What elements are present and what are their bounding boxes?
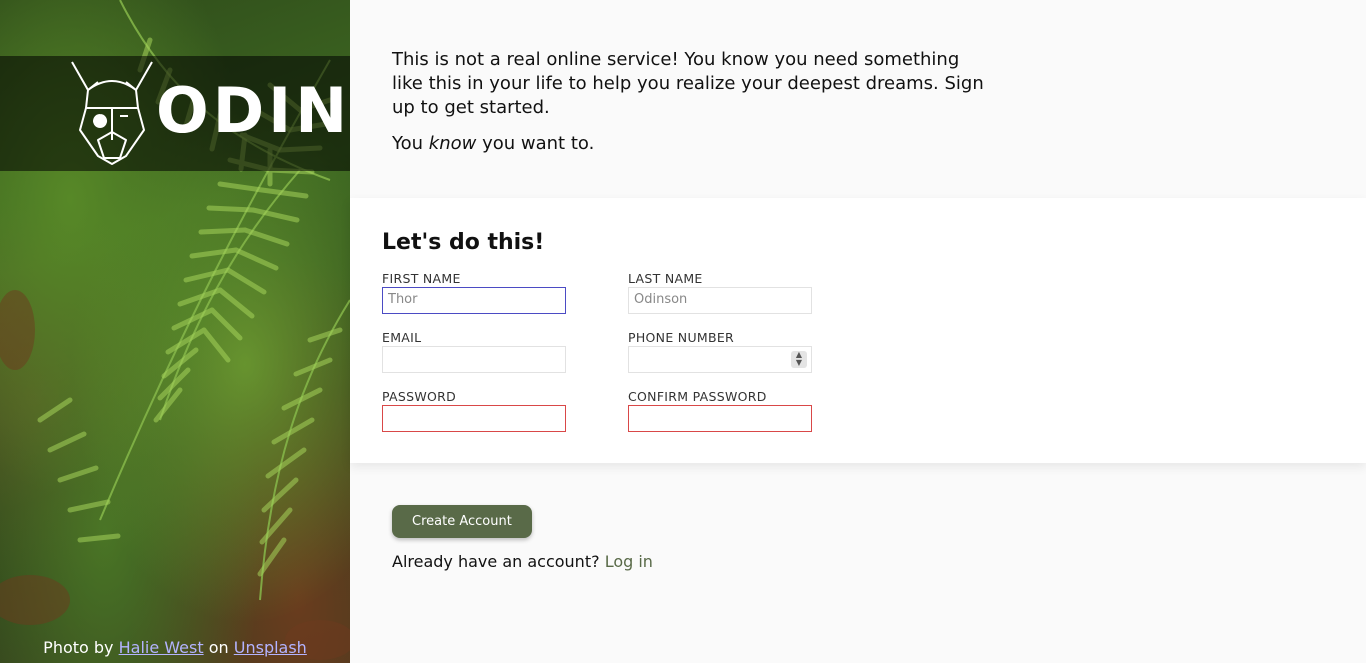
password-input[interactable] <box>382 405 566 432</box>
intro-text: This is not a real online service! You k… <box>392 48 992 168</box>
viking-helmet-icon <box>71 61 153 165</box>
first-name-label: FIRST NAME <box>382 271 461 286</box>
logo-wordmark: ODIN <box>156 74 350 147</box>
last-name-input[interactable]: Odinson <box>628 287 812 314</box>
phone-group: PHONE NUMBER ▲ ▼ <box>628 330 812 373</box>
form-title: Let's do this! <box>382 230 545 255</box>
first-name-group: FIRST NAME Thor <box>382 271 566 314</box>
login-prompt-text: Already have an account? <box>392 552 600 571</box>
tagline-emphasis: know <box>428 133 477 154</box>
confirm-password-input[interactable] <box>628 405 812 432</box>
phone-label: PHONE NUMBER <box>628 330 735 345</box>
email-group: EMAIL <box>382 330 566 373</box>
signup-page: ODIN Photo by Halie West on Unsplash Thi… <box>0 0 1366 663</box>
credit-middle: on <box>208 638 229 657</box>
last-name-group: LAST NAME Odinson <box>628 271 812 314</box>
email-input[interactable] <box>382 346 566 373</box>
last-name-label: LAST NAME <box>628 271 703 286</box>
credit-author-link[interactable]: Halie West <box>119 638 204 657</box>
confirm-password-group: CONFIRM PASSWORD <box>628 389 812 432</box>
number-spinner-icon[interactable]: ▲ ▼ <box>791 351 807 368</box>
intro-paragraph: This is not a real online service! You k… <box>392 49 984 118</box>
tagline-before: You <box>392 133 424 154</box>
password-label: PASSWORD <box>382 389 457 404</box>
form-actions: Create Account Already have an account? … <box>392 505 653 571</box>
password-group: PASSWORD <box>382 389 566 432</box>
tagline-after: you want to. <box>482 133 595 154</box>
main-content: This is not a real online service! You k… <box>350 0 1366 663</box>
phone-input[interactable]: ▲ ▼ <box>628 346 812 373</box>
intro-tagline: You know you want to. <box>392 132 992 156</box>
signup-form: Let's do this! FIRST NAME Thor LAST NAME… <box>350 198 1366 463</box>
email-label: EMAIL <box>382 330 422 345</box>
photo-credit: Photo by Halie West on Unsplash <box>0 638 350 657</box>
create-account-button[interactable]: Create Account <box>392 505 532 538</box>
credit-prefix: Photo by <box>43 638 114 657</box>
login-prompt: Already have an account? Log in <box>392 552 653 571</box>
hero-image-panel: ODIN Photo by Halie West on Unsplash <box>0 0 350 663</box>
login-link[interactable]: Log in <box>605 552 653 571</box>
credit-source-link[interactable]: Unsplash <box>234 638 307 657</box>
first-name-input[interactable]: Thor <box>382 287 566 314</box>
confirm-password-label: CONFIRM PASSWORD <box>628 389 767 404</box>
